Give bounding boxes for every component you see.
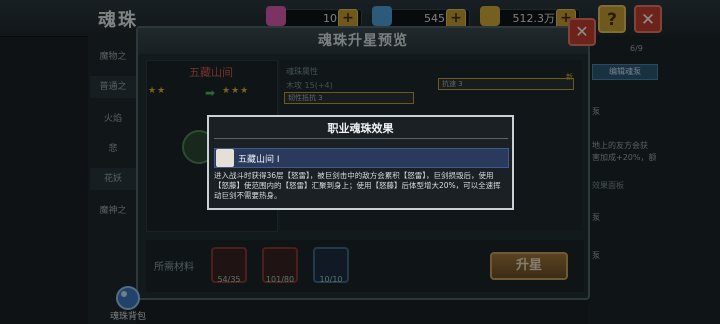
character-portrait-icon: [216, 149, 234, 167]
popup-title: 职业魂珠效果: [327, 122, 394, 135]
popup-description: 进入战斗时获得36层【怒雷】，被巨剑击中的敌方会累积【怒雷】，巨剑损毁后，使用【…: [214, 171, 501, 200]
popup-divider: [214, 138, 508, 139]
popup-orb-name: 五藏山间 Ⅰ: [238, 155, 280, 165]
